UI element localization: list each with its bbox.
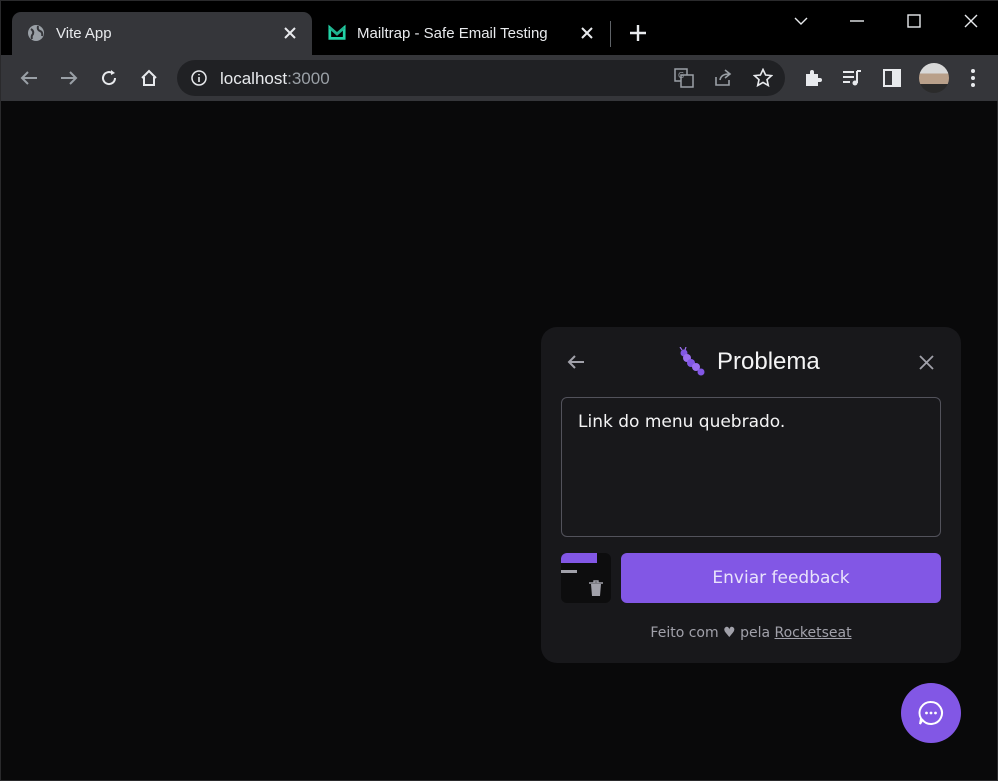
- tab-title: Vite App: [56, 25, 112, 42]
- new-tab-button[interactable]: [625, 20, 651, 46]
- minimize-icon: [850, 20, 864, 22]
- tab-mailtrap[interactable]: Mailtrap - Safe Email Testing: [313, 12, 609, 55]
- bug-icon: [679, 347, 705, 376]
- feedback-widget: Problema Link do menu quebrado. Enviar f…: [541, 327, 961, 663]
- close-widget-button[interactable]: [915, 351, 937, 373]
- maximize-button[interactable]: [898, 7, 930, 35]
- address-bar[interactable]: localhost:3000 G: [177, 60, 785, 96]
- playlist-music-icon: [843, 70, 861, 86]
- close-tab-icon[interactable]: [280, 23, 300, 43]
- info-icon[interactable]: [191, 70, 207, 86]
- tab-strip: Vite App Mailtrap - Safe Email Testing: [1, 1, 998, 55]
- send-feedback-button[interactable]: Enviar feedback: [621, 553, 941, 603]
- translate-icon: G: [674, 68, 694, 88]
- close-icon: [918, 354, 934, 370]
- share-button[interactable]: [708, 63, 738, 93]
- side-panel-icon: [883, 69, 901, 87]
- puzzle-icon: [806, 70, 822, 86]
- tab-vite-app[interactable]: Vite App: [12, 12, 312, 55]
- reload-icon: [102, 70, 117, 86]
- bookmark-button[interactable]: [748, 63, 778, 93]
- maximize-icon: [907, 14, 921, 28]
- close-tab-icon[interactable]: [577, 23, 597, 43]
- star-icon: [753, 68, 773, 88]
- side-panel-button[interactable]: [877, 63, 907, 93]
- kebab-menu-icon: [971, 69, 975, 87]
- minimize-button[interactable]: [841, 7, 873, 35]
- browser-window: Vite App Mailtrap - Safe Email Testing l…: [0, 0, 998, 781]
- close-icon: [964, 14, 978, 28]
- home-button[interactable]: [134, 63, 164, 93]
- widget-title: Problema: [717, 348, 820, 375]
- mailtrap-icon: [328, 24, 346, 42]
- chat-bubble-icon: [918, 700, 943, 725]
- feedback-launcher-button[interactable]: [901, 683, 961, 743]
- trash-icon[interactable]: [587, 579, 605, 597]
- menu-button[interactable]: [958, 63, 988, 93]
- tab-title: Mailtrap - Safe Email Testing: [357, 25, 548, 42]
- extensions-button[interactable]: [798, 63, 828, 93]
- arrow-right-icon: [61, 71, 78, 85]
- share-icon: [715, 69, 732, 86]
- chevron-down-icon: [794, 17, 808, 25]
- arrow-left-icon: [20, 71, 37, 85]
- browser-toolbar: localhost:3000 G: [1, 55, 998, 101]
- back-arrow-button[interactable]: [565, 351, 587, 373]
- globe-icon: [27, 24, 45, 42]
- back-button[interactable]: [14, 63, 44, 93]
- forward-button[interactable]: [54, 63, 84, 93]
- home-icon: [141, 69, 157, 86]
- tab-search-button[interactable]: [785, 7, 817, 35]
- widget-footer: Feito com ♥ pela Rocketseat: [650, 625, 852, 641]
- plus-icon: [630, 25, 646, 41]
- screenshot-thumbnail[interactable]: [561, 553, 611, 603]
- url-text[interactable]: localhost:3000: [220, 69, 330, 89]
- widget-header: Problema: [677, 345, 820, 379]
- thumbnail-preview: [561, 553, 597, 563]
- svg-text:G: G: [678, 71, 684, 80]
- feedback-textarea[interactable]: Link do menu quebrado.: [561, 397, 941, 537]
- tab-separator: [610, 21, 611, 47]
- heart-icon: ♥: [723, 625, 736, 641]
- profile-avatar[interactable]: [919, 63, 949, 93]
- media-control-button[interactable]: [837, 63, 867, 93]
- reload-button[interactable]: [94, 63, 124, 93]
- close-window-button[interactable]: [955, 7, 987, 35]
- arrow-left-icon: [567, 355, 584, 369]
- translate-button[interactable]: G: [669, 63, 699, 93]
- rocketseat-link[interactable]: Rocketseat: [775, 625, 852, 641]
